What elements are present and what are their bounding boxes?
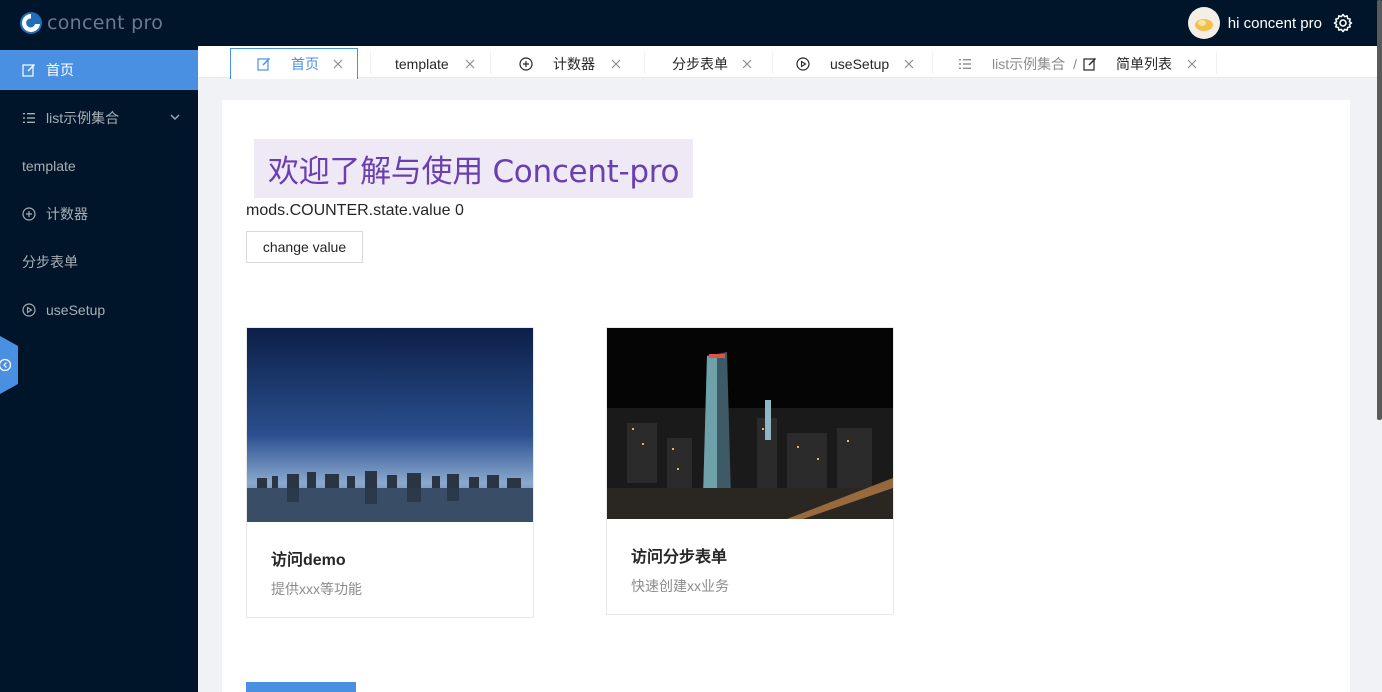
tab-home[interactable]: 首页 [230,48,358,79]
tab-stepform[interactable]: 分步表单 [672,48,752,79]
sidebar-item-template[interactable]: template [0,146,198,186]
sidebar-item-label: list示例集合 [46,110,120,126]
edit-icon [257,57,271,71]
breadcrumb-separator: / [1073,55,1078,72]
card-description: 提供xxx等功能 [271,581,362,597]
sidebar-item-label: 首页 [46,62,74,78]
tab-simple-list[interactable]: list示例集合 / 简单列表 [958,48,1197,79]
change-value-button[interactable]: change value [246,231,363,263]
sidebar-item-usesetup[interactable]: useSetup [0,290,198,330]
close-icon[interactable] [904,59,914,69]
card-demo[interactable]: 访问demo 提供xxx等功能 [246,327,534,618]
collapse-sidebar-button[interactable] [0,336,18,394]
card-description: 快速创建xx业务 [631,578,729,594]
tab-parent-label: list示例集合 [992,55,1066,72]
list-icon [958,57,972,71]
tabs-bar: 首页 template 计数器 分步表单 useSetup list示例集合 /… [198,46,1382,79]
sidebar-item-label: useSetup [46,302,106,318]
chevron-down-icon [170,114,180,120]
concent-logo-icon [20,12,42,34]
app-logo[interactable]: concent pro [0,0,163,46]
sidebar-item-label: template [22,158,76,174]
tab-divider [370,52,371,74]
close-icon[interactable] [611,59,621,69]
main-content: 欢迎了解与使用 Concent-pro mods.COUNTER.state.v… [222,100,1350,692]
tab-label: 首页 [291,56,319,72]
tab-divider [932,52,933,74]
tab-divider [772,52,773,74]
list-icon [22,111,36,125]
tab-label: useSetup [830,55,890,72]
card-title: 访问demo [271,552,346,569]
tab-counter[interactable]: 计数器 [519,48,621,79]
sidebar-item-list[interactable]: list示例集合 [0,98,198,138]
plus-circle-icon [22,207,36,221]
avatar[interactable] [1187,7,1220,39]
logo-text: concent pro [47,12,164,34]
city-skyline-dusk-image [247,328,533,522]
plus-circle-icon [519,56,533,71]
close-icon[interactable] [465,59,475,69]
tab-label: 简单列表 [1116,55,1173,72]
user-greeting[interactable]: hi concent pro [1228,15,1322,32]
close-icon[interactable] [333,59,343,69]
top-header: concent pro hi concent pro [0,0,1382,46]
close-icon[interactable] [742,59,752,69]
play-circle-icon [796,56,810,71]
welcome-title: 欢迎了解与使用 Concent-pro [254,139,694,198]
sidebar-item-stepform[interactable]: 分步表单 [0,242,198,282]
tab-label: 计数器 [553,55,595,72]
sidebar-item-label: 计数器 [46,206,88,222]
close-icon[interactable] [1187,59,1197,69]
sidebar: 首页 list示例集合 template 计数器 分步表单 useSetup [0,46,198,692]
sidebar-item-label: 分步表单 [22,254,78,270]
counter-value-text: mods.COUNTER.state.value 0 [246,202,464,219]
window-scrollbar[interactable] [1377,0,1382,420]
gear-icon[interactable] [1332,12,1354,34]
edit-icon [22,63,36,77]
city-skyline-night-image [607,328,893,519]
tab-divider [644,52,645,74]
tab-template[interactable]: template [395,48,475,79]
tab-label: 分步表单 [672,55,728,72]
card-title: 访问分步表单 [631,549,728,566]
tab-usesetup[interactable]: useSetup [796,48,914,79]
card-stepform[interactable]: 访问分步表单 快速创建xx业务 [606,327,894,615]
edit-icon [1083,57,1097,71]
bottom-primary-button[interactable] [246,682,356,692]
sidebar-item-home[interactable]: 首页 [0,50,198,90]
sidebar-item-counter[interactable]: 计数器 [0,194,198,234]
play-circle-icon [22,303,36,317]
tab-label: template [395,55,449,72]
tab-divider [490,52,491,74]
tab-divider [1216,52,1217,74]
avatar-image-icon [1194,19,1213,31]
